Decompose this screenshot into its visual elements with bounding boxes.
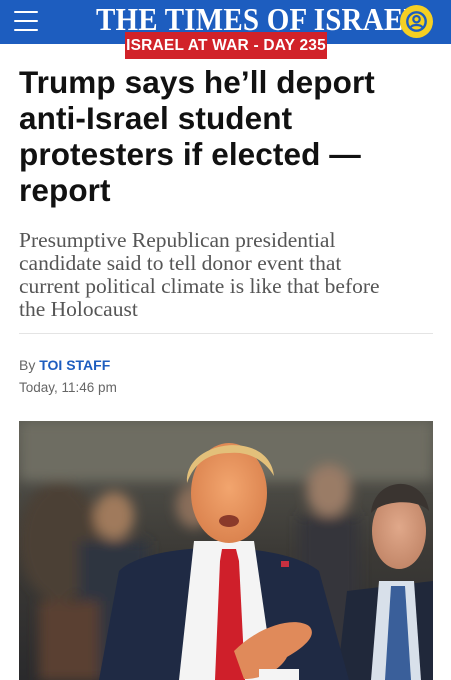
israel-at-war-banner[interactable]: ISRAEL AT WAR - DAY 235 [125,32,327,59]
headline-line: report [19,172,111,208]
byline-prefix: By [19,357,36,373]
headline-line: protesters if elected — [19,136,361,172]
headline-line: anti-Israel student [19,100,293,136]
subhead-line: current political climate is like that b… [19,274,380,298]
subhead-line: candidate said to tell donor event that [19,251,342,275]
article-headline: Trump says he’ll deport anti-Israel stud… [19,64,439,208]
hamburger-menu-icon[interactable] [14,11,38,31]
subhead-line: the Holocaust [19,297,138,321]
divider [19,333,433,334]
user-account-icon[interactable] [400,5,433,38]
article-subheadline: Presumptive Republican presidential cand… [19,229,439,321]
author-link[interactable]: TOI STAFF [39,357,110,373]
article-timestamp: Today, 11:46 pm [19,380,117,395]
byline: By TOI STAFF [19,357,110,373]
article-photo[interactable] [19,421,433,680]
headline-line: Trump says he’ll deport [19,64,375,100]
subhead-line: Presumptive Republican presidential [19,228,336,252]
